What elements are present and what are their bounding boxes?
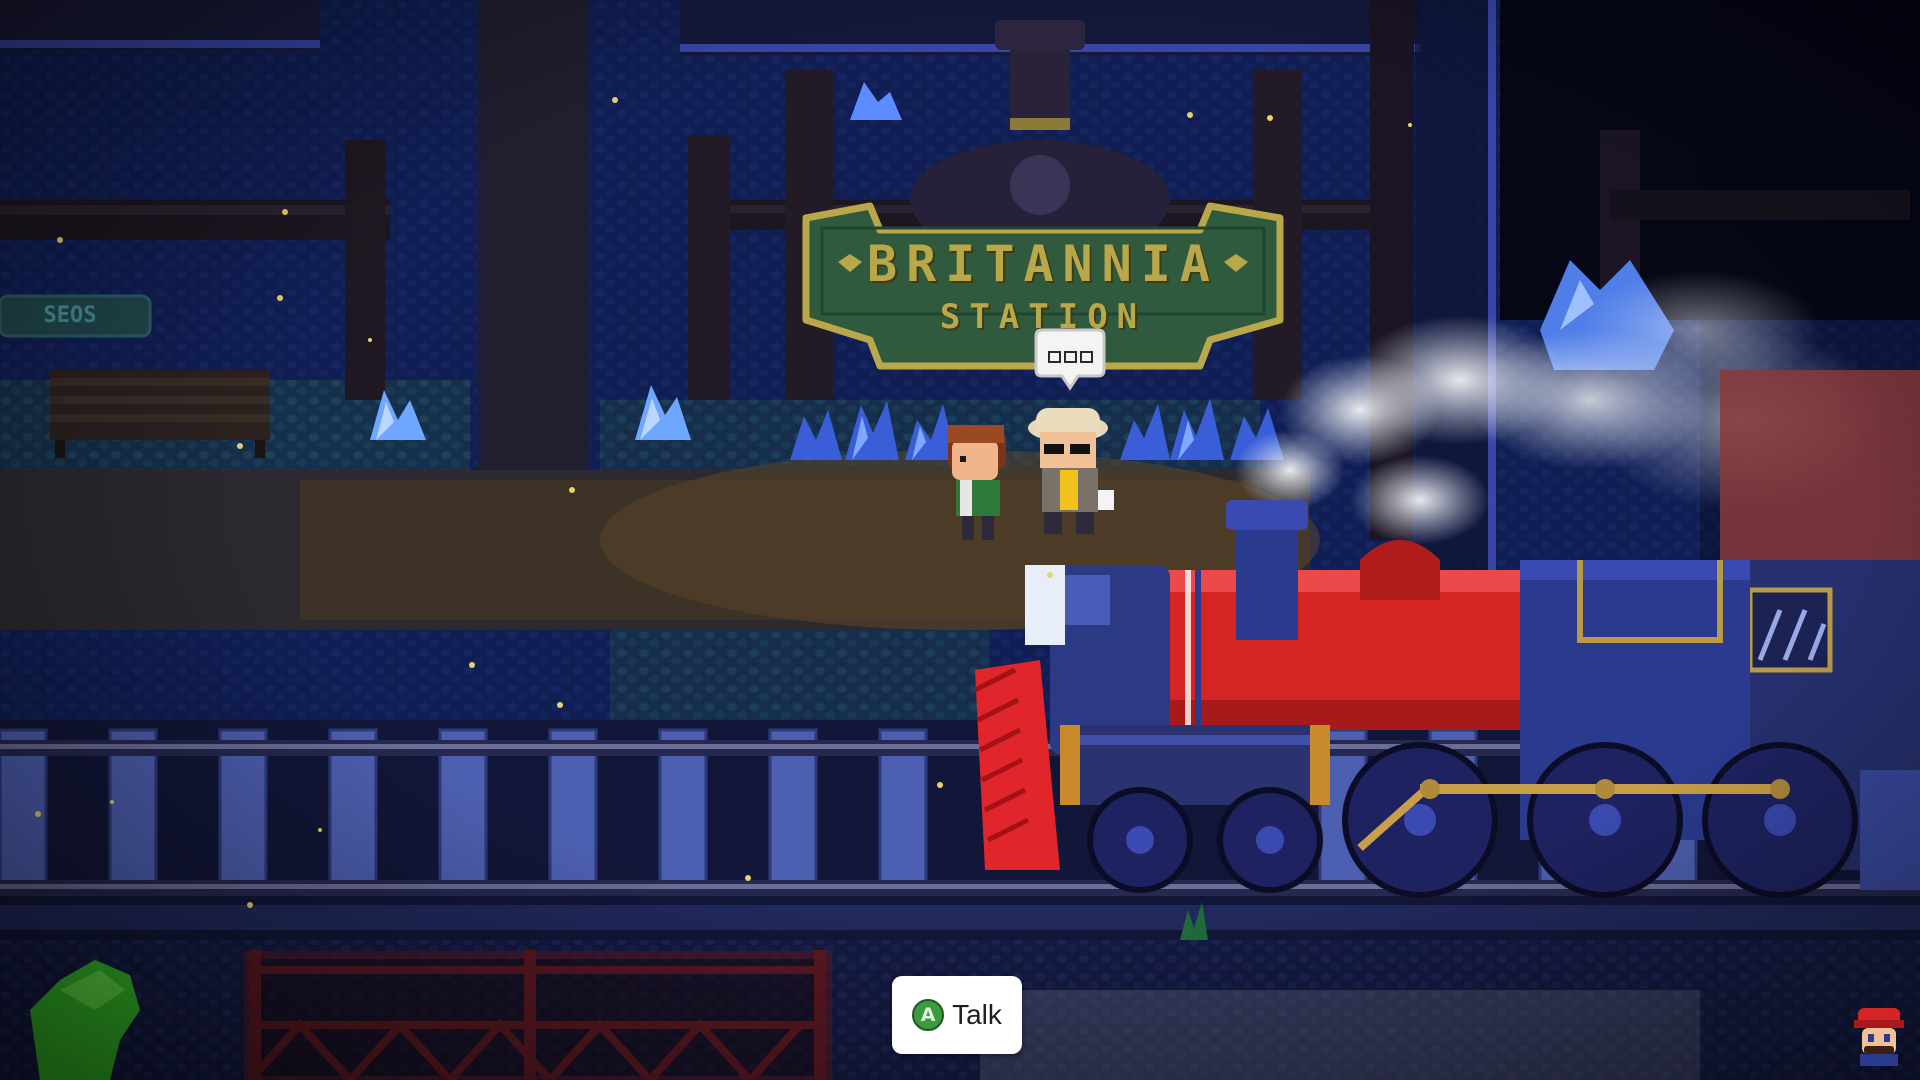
- talk-label: Talk: [952, 999, 1002, 1030]
- a-button-icon: A: [912, 999, 945, 1031]
- speech-bubble: [1032, 326, 1108, 392]
- game-scene: SEOS BRITANNIA STATION A Talk: [0, 0, 1920, 1080]
- talk-prompt[interactable]: A Talk: [892, 976, 1022, 1054]
- game-world: [0, 0, 1920, 1080]
- left-signboard-text: SEOS: [43, 303, 97, 328]
- mascot-icon: [1854, 1008, 1904, 1066]
